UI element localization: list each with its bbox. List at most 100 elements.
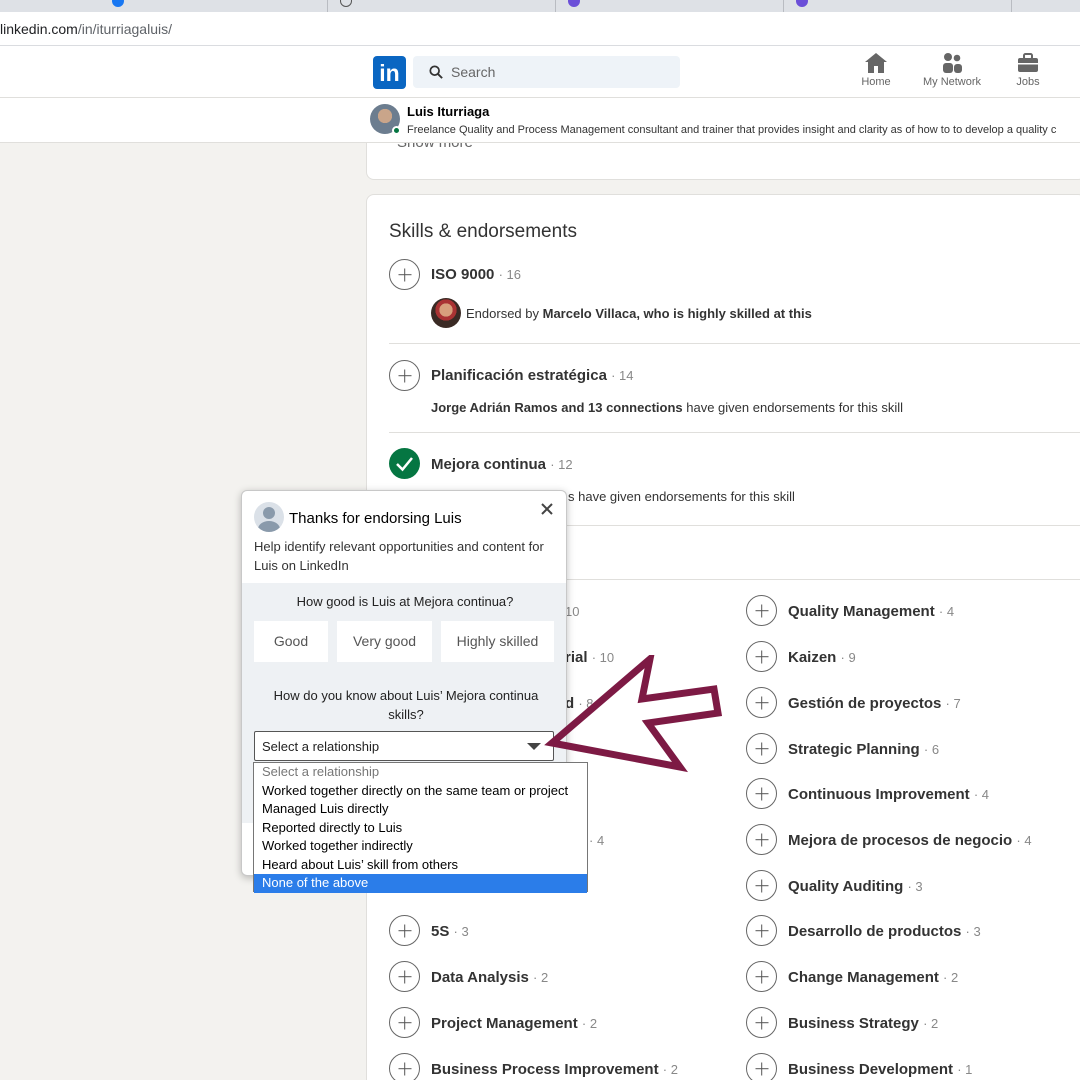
skill-name[interactable]: Continuous Improvement · 4 [788,786,989,803]
endorse-plus-button[interactable] [746,915,777,946]
relationship-options-list: Select a relationship Worked together di… [253,762,588,893]
endorsed-check-button[interactable] [389,448,420,479]
skill-name[interactable]: Planificación estratégica · 14 [431,367,633,384]
divider [389,343,1080,344]
endorse-plus-button[interactable] [746,961,777,992]
endorsement-summary: Endorsed by Marcelo Villaca, who is high… [466,306,812,321]
endorsement-summary: s have given endorsements for this skill [568,489,795,504]
relationship-option[interactable]: Worked together directly on the same tea… [254,782,587,801]
popup-title: Thanks for endorsing Luis [289,510,462,527]
facebook-icon [112,0,124,7]
relationship-option[interactable]: Select a relationship [254,763,587,782]
chevron-down-icon [527,743,541,750]
show-more-link[interactable]: Show more [397,143,473,151]
nav-jobs[interactable]: Jobs [1010,52,1046,88]
skill-name[interactable]: Project Management · 2 [431,1015,597,1032]
profile-name[interactable]: Luis Iturriaga [407,104,489,119]
endorse-plus-button[interactable] [389,259,420,290]
relationship-select-value: Select a relationship [262,739,380,754]
relationship-question: How do you know about Luis’ Mejora conti… [273,688,539,722]
endorse-plus-button[interactable] [389,915,420,946]
url-text[interactable]: linkedin.com/in/iturriagaluis/ [0,21,172,37]
home-icon [865,53,887,73]
nav-network-label: My Network [922,76,982,88]
nav-home-label: Home [861,76,891,88]
relationship-option[interactable]: Reported directly to Luis [254,819,587,838]
browser-tab-strip [0,0,1080,12]
skill-name[interactable]: Mejora de procesos de negocio · 4 [788,832,1032,849]
endorse-plus-button[interactable] [746,870,777,901]
skill-name[interactable]: Business Process Improvement · 2 [431,1061,678,1078]
skill-name[interactable]: 5S · 3 [431,923,469,940]
endorse-plus-button[interactable] [389,1053,420,1080]
endorse-plus-button[interactable] [746,687,777,718]
skill-name[interactable]: Kaizen · 9 [788,649,856,666]
skill-name[interactable]: Change Management · 2 [788,969,958,986]
address-bar[interactable]: linkedin.com/in/iturriagaluis/ [0,12,1080,46]
site-icon [568,0,580,7]
about-card-bottom: Show more [366,143,1080,180]
close-icon[interactable] [539,501,555,517]
nav-home[interactable]: Home [855,52,897,88]
relationship-select[interactable]: Select a relationship [254,731,554,761]
profile-headline: Freelance Quality and Process Management… [407,124,1057,136]
skill-name[interactable]: Quality Management · 4 [788,603,954,620]
skill-name[interactable]: ISO 9000 · 16 [431,266,521,283]
relationship-option[interactable]: Heard about Luis’ skill from others [254,856,587,875]
checkmark-icon [396,457,413,472]
online-status-icon [392,126,401,135]
network-icon [943,53,962,73]
linkedin-logo[interactable]: in [373,56,406,89]
skill-name[interactable]: Gestión de proyectos · 7 [788,695,961,712]
divider [389,432,1080,433]
skill-name[interactable]: Strategic Planning · 6 [788,741,939,758]
endorse-plus-button[interactable] [746,824,777,855]
url-path: /in/iturriagaluis/ [77,21,172,37]
endorsement-summary: Jorge Adrián Ramos and 13 connections ha… [431,400,904,415]
section-title: Skills & endorsements [389,221,577,242]
endorse-plus-button[interactable] [746,1053,777,1080]
briefcase-icon [1018,53,1038,72]
relationship-option[interactable]: Worked together indirectly [254,837,587,856]
url-host: linkedin.com [0,21,78,37]
rating-highly-skilled-button[interactable]: Highly skilled [441,621,554,662]
skill-level-question: How good is Luis at Mejora continua? [296,594,514,609]
skill-name[interactable]: Desarrollo de productos · 3 [788,923,981,940]
sticky-profile-header: Luis Iturriaga Freelance Quality and Pro… [0,98,1080,143]
search-icon [429,65,443,79]
skill-count-partial: · 4 [589,833,605,848]
endorse-plus-button[interactable] [389,1007,420,1038]
annotation-arrow-icon [544,655,723,773]
endorser-avatar[interactable] [431,298,461,328]
skill-name[interactable]: Mejora continua · 12 [431,456,573,473]
search-input[interactable]: Search [413,56,680,88]
relationship-option-highlighted[interactable]: None of the above [254,874,587,893]
relationship-option[interactable]: Managed Luis directly [254,800,587,819]
rating-very-good-button[interactable]: Very good [337,621,432,662]
endorse-plus-button[interactable] [389,360,420,391]
endorse-plus-button[interactable] [746,641,777,672]
browser-tab[interactable] [784,0,1012,12]
skill-name[interactable]: Business Strategy · 2 [788,1015,938,1032]
browser-tab[interactable] [328,0,556,12]
skill-name[interactable]: Quality Auditing · 3 [788,878,923,895]
rating-good-button[interactable]: Good [254,621,328,662]
endorse-plus-button[interactable] [746,595,777,626]
skill-name[interactable]: Business Development · 1 [788,1061,972,1078]
browser-tab[interactable] [100,0,328,12]
linkedin-top-nav: in Search Home My Network Jobs [0,46,1080,98]
nav-jobs-label: Jobs [1016,76,1040,88]
endorse-plus-button[interactable] [746,1007,777,1038]
globe-icon [340,0,352,7]
endorse-plus-button[interactable] [746,733,777,764]
search-placeholder: Search [451,64,496,80]
endorse-plus-button[interactable] [746,778,777,809]
avatar [254,502,284,532]
browser-tab[interactable] [556,0,784,12]
skill-count-partial: 10 [565,604,580,619]
popup-subtitle: Help identify relevant opportunities and… [254,539,544,573]
nav-my-network[interactable]: My Network [918,52,986,88]
skill-name[interactable]: Data Analysis · 2 [431,969,548,986]
site-icon [796,0,808,7]
endorse-plus-button[interactable] [389,961,420,992]
